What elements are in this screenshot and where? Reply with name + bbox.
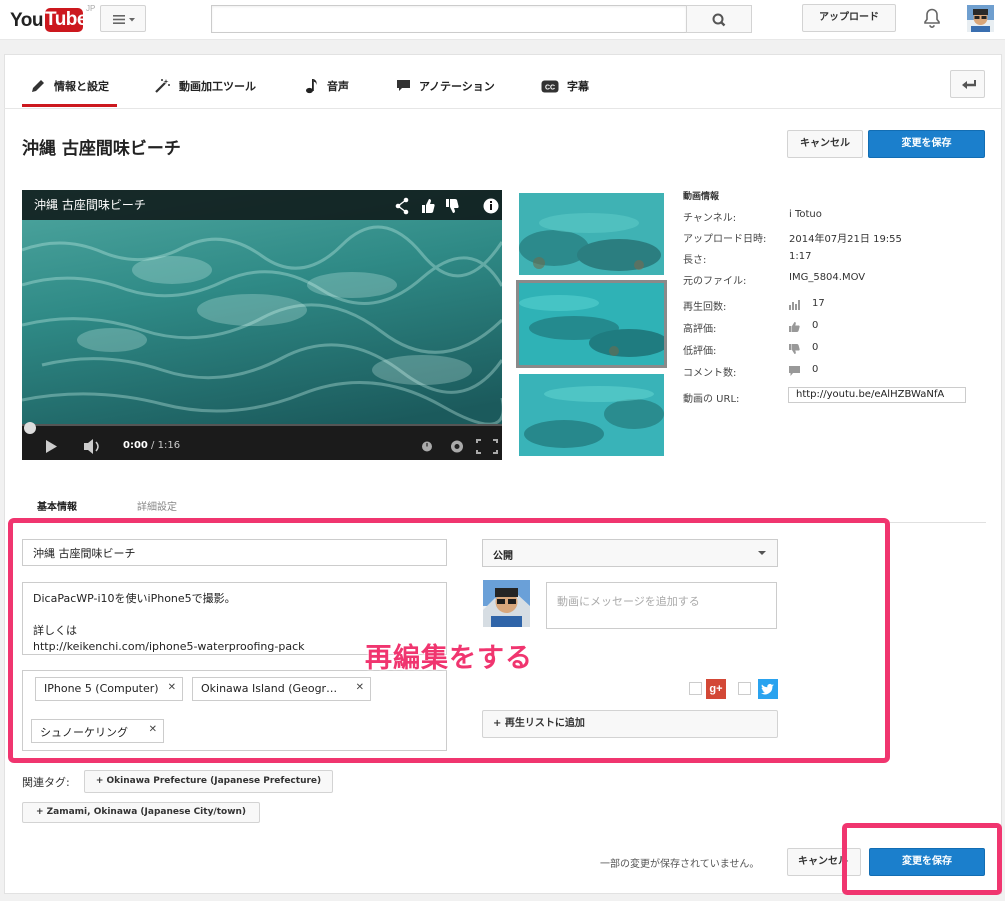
guide-menu-button[interactable] xyxy=(100,5,146,32)
tab-info-settings[interactable]: 情報と設定 xyxy=(30,76,109,96)
logo-tube-text: Tube xyxy=(45,8,87,32)
tabs-divider xyxy=(4,108,1002,109)
save-button-top[interactable]: 変更を保存 xyxy=(868,130,985,158)
views-value: 17 xyxy=(812,298,825,309)
likes-label: 高評価: xyxy=(683,324,717,335)
thumbnail-image xyxy=(519,374,664,456)
related-tag-button[interactable]: + Okinawa Prefecture (Japanese Prefectur… xyxy=(84,770,333,793)
thumbs-up-icon xyxy=(422,199,435,213)
video-url-field[interactable]: http://youtu.be/eAlHZBWaNfA xyxy=(788,387,966,403)
subtab-basic-info[interactable]: 基本情報 xyxy=(37,498,77,513)
volume-icon xyxy=(84,439,99,454)
comments-value: 0 xyxy=(812,364,819,375)
likes-value: 0 xyxy=(812,320,819,331)
duration-label: 長さ: xyxy=(683,255,707,266)
fullscreen-icon xyxy=(476,439,498,454)
subtab-advanced-settings[interactable]: 詳細設定 xyxy=(137,498,177,513)
dislikes-label: 低評価: xyxy=(683,346,717,357)
thumbnail-option-2-selected[interactable] xyxy=(516,280,667,368)
channel-value[interactable]: i Totuo xyxy=(789,209,822,220)
tab-label: 動画加工ツール xyxy=(179,80,256,93)
pencil-icon xyxy=(32,80,44,92)
youtube-logo[interactable]: You Tube xyxy=(10,4,87,34)
dislikes-value: 0 xyxy=(812,342,819,353)
thumbnail-image xyxy=(519,283,664,365)
bell-icon xyxy=(924,8,940,28)
source-file-label: 元のファイル: xyxy=(683,276,747,287)
thumbnail-option-3[interactable] xyxy=(519,374,664,456)
thumbnail-option-1[interactable] xyxy=(519,193,664,275)
video-info-heading: 動画情報 xyxy=(683,192,720,202)
duration-value: 1:17 xyxy=(789,251,812,262)
upload-button[interactable]: アップロード xyxy=(802,4,896,32)
player-time: 0:00 / 1:16 xyxy=(123,440,180,451)
active-tab-indicator xyxy=(22,104,117,107)
current-time: 0:00 xyxy=(123,440,148,451)
tab-label: 字幕 xyxy=(567,80,589,93)
cancel-button-top[interactable]: キャンセル xyxy=(787,130,863,158)
search-icon xyxy=(712,13,726,27)
related-tags-label: 関連タグ: xyxy=(22,776,70,789)
source-file-value: IMG_5804.MOV xyxy=(789,272,866,283)
logo-region-label: JP xyxy=(86,4,96,13)
annotation-text: 再編集をする xyxy=(365,643,533,674)
player-top-actions xyxy=(395,197,499,215)
video-url-label: 動画の URL: xyxy=(683,394,740,405)
share-icon xyxy=(395,197,409,215)
thumbs-up-icon xyxy=(789,322,800,332)
account-avatar[interactable] xyxy=(967,5,994,32)
channel-label: チャンネル: xyxy=(683,213,737,224)
avatar-image xyxy=(967,5,994,32)
search-button[interactable] xyxy=(686,5,752,33)
speech-bubble-icon xyxy=(397,80,410,91)
tab-subtitles[interactable]: CC 字幕 xyxy=(541,76,589,96)
comment-icon xyxy=(789,366,800,376)
tab-label: 音声 xyxy=(327,80,349,93)
music-note-icon xyxy=(306,79,317,94)
upload-date-label: アップロード日時: xyxy=(683,234,767,245)
annotation-highlight-box-save xyxy=(842,823,1002,895)
thumbnail-image xyxy=(519,193,664,275)
video-player[interactable]: 沖縄 古座間味ビーチ 0:00 / 1:16 xyxy=(22,190,502,460)
back-arrow-icon xyxy=(962,80,976,89)
clock-icon xyxy=(422,441,432,452)
tab-audio[interactable]: 音声 xyxy=(305,76,349,96)
thumbs-down-icon xyxy=(789,344,800,354)
upload-date-value: 2014年07月21日 19:55 xyxy=(789,234,902,245)
play-icon xyxy=(46,440,57,453)
thumbs-down-icon xyxy=(446,199,459,213)
info-icon xyxy=(483,198,499,214)
related-tag-button[interactable]: + Zamami, Okinawa (Japanese City/town) xyxy=(22,802,260,823)
logo-you-text: You xyxy=(10,10,43,31)
settings-icon xyxy=(451,440,463,453)
page-title: 沖縄 古座間味ビーチ xyxy=(22,139,181,159)
tab-label: アノテーション xyxy=(419,80,495,93)
masthead: You Tube JP アップロード xyxy=(0,0,1005,40)
tab-label: 情報と設定 xyxy=(54,80,109,93)
tab-enhancements[interactable]: 動画加工ツール xyxy=(154,76,256,96)
back-to-manager-button[interactable] xyxy=(950,70,985,98)
magic-wand-icon xyxy=(155,79,170,93)
cc-icon: CC xyxy=(541,80,559,92)
search-input[interactable] xyxy=(211,5,687,33)
notifications-button[interactable] xyxy=(920,6,944,30)
duration: / 1:16 xyxy=(147,440,181,451)
comments-label: コメント数: xyxy=(683,368,737,379)
editor-panel xyxy=(4,54,1002,894)
seek-handle xyxy=(24,422,36,434)
bar-chart-icon xyxy=(789,300,800,310)
player-title: 沖縄 古座間味ビーチ xyxy=(34,198,146,212)
player-control-icons xyxy=(24,422,498,454)
svg-text:CC: CC xyxy=(545,84,555,91)
hamburger-icon xyxy=(113,15,135,24)
tab-annotations[interactable]: アノテーション xyxy=(396,76,495,96)
views-label: 再生回数: xyxy=(683,302,727,313)
unsaved-changes-text: 一部の変更が保存されていません。 xyxy=(600,859,760,870)
